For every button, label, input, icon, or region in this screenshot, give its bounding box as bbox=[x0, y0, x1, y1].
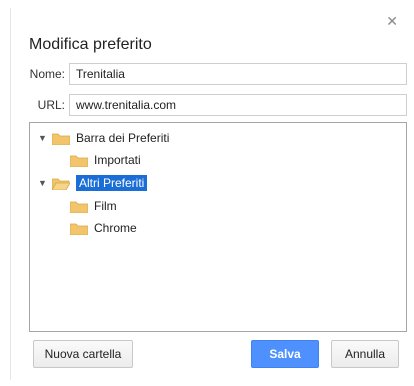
tree-item-label: Barra dei Preferiti bbox=[76, 131, 170, 145]
edit-bookmark-dialog: ✕ Modifica preferito Nome: URL: ▼ Barra … bbox=[10, 8, 408, 380]
close-icon[interactable]: ✕ bbox=[386, 14, 398, 28]
tree-item-label: Chrome bbox=[94, 221, 137, 235]
dialog-title: Modifica preferito bbox=[29, 36, 152, 53]
tree-item-film[interactable]: Film bbox=[70, 197, 117, 215]
folder-icon bbox=[70, 155, 88, 167]
folder-open-icon bbox=[52, 178, 70, 190]
folder-icon bbox=[52, 133, 70, 145]
tree-item-chrome[interactable]: Chrome bbox=[70, 219, 137, 237]
expand-triangle-icon[interactable]: ▼ bbox=[38, 133, 48, 143]
folder-tree[interactable]: ▼ Barra dei Preferiti Importati ▼ Altri … bbox=[29, 122, 407, 332]
folder-icon bbox=[70, 223, 88, 235]
tree-item-barra-dei-preferiti[interactable]: ▼ Barra dei Preferiti bbox=[38, 129, 169, 147]
tree-item-label: Importati bbox=[94, 153, 141, 167]
tree-item-label: Film bbox=[94, 199, 117, 213]
new-folder-button[interactable]: Nuova cartella bbox=[33, 340, 133, 368]
folder-icon bbox=[70, 201, 88, 213]
save-button[interactable]: Salva bbox=[251, 340, 319, 368]
url-label: URL: bbox=[37, 98, 65, 112]
name-field[interactable] bbox=[69, 63, 407, 85]
url-field[interactable] bbox=[69, 94, 407, 116]
tree-item-label: Altri Preferiti bbox=[76, 175, 148, 191]
cancel-button[interactable]: Annulla bbox=[331, 340, 399, 368]
tree-item-importati[interactable]: Importati bbox=[70, 151, 141, 169]
tree-item-altri-preferiti[interactable]: ▼ Altri Preferiti bbox=[38, 174, 148, 192]
expand-triangle-icon[interactable]: ▼ bbox=[38, 178, 48, 188]
name-label: Nome: bbox=[29, 67, 65, 81]
